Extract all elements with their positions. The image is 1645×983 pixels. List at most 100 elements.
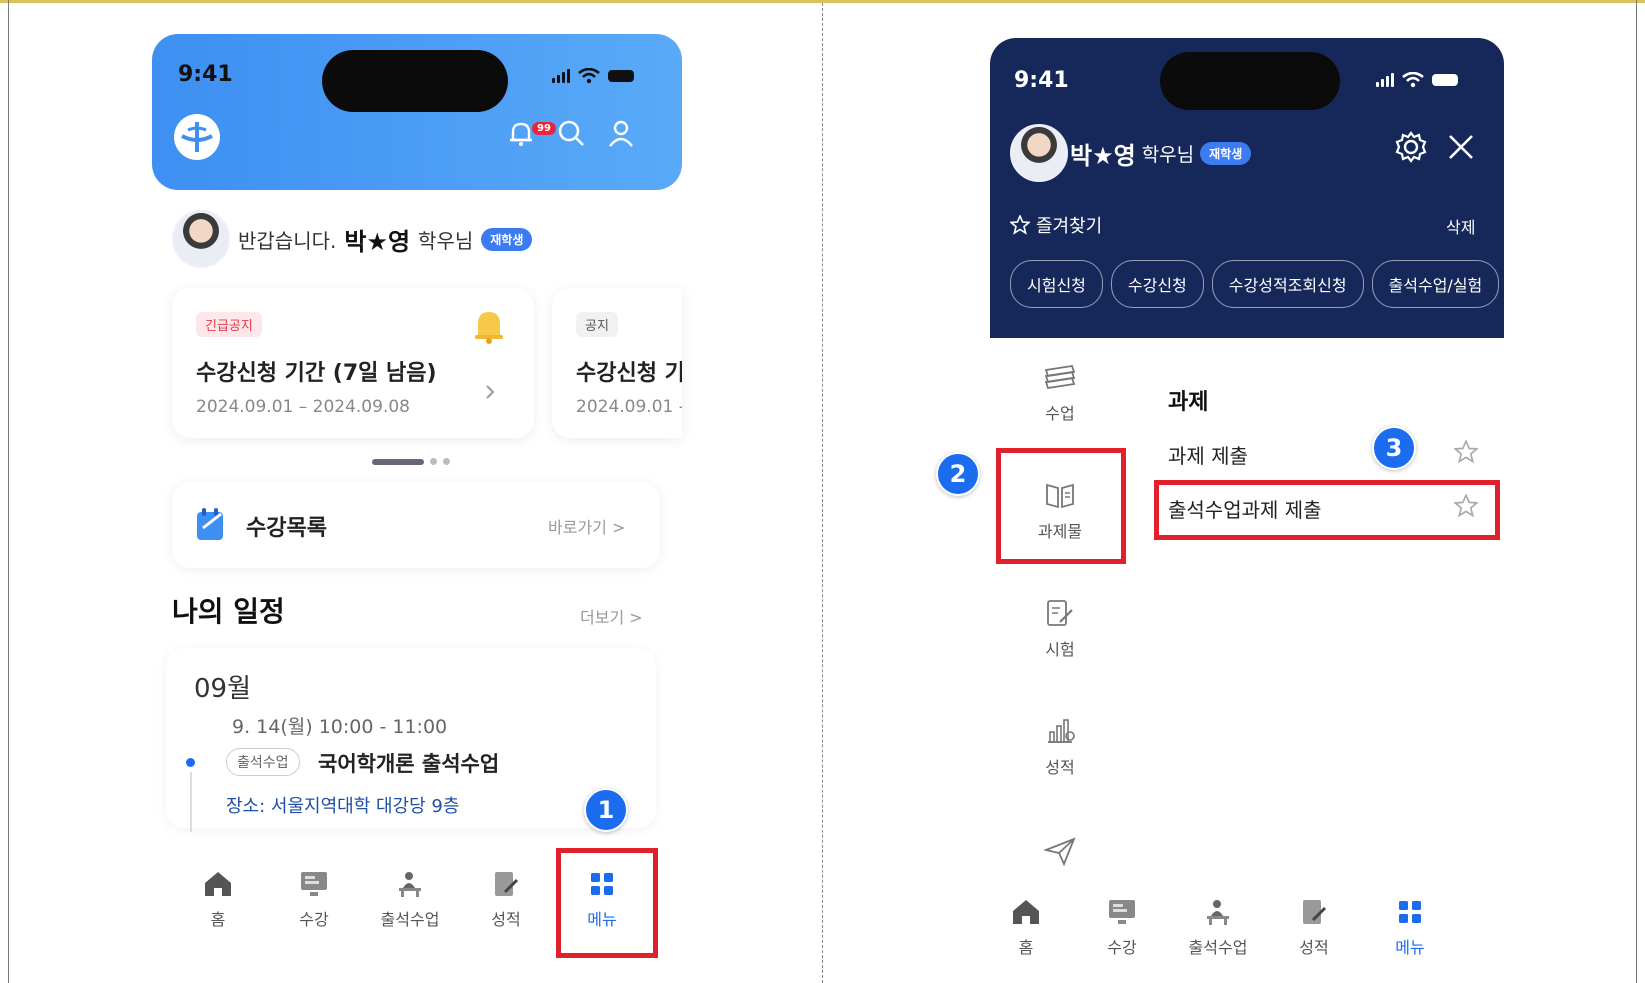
schedule-place: 장소: 서울지역대학 대강당 9층 xyxy=(226,796,460,817)
schedule-more-link[interactable]: 더보기 > xyxy=(580,604,643,628)
schedule-card[interactable]: 09월 9. 14(월) 10:00 - 11:00 출석수업 국어학개론 출석… xyxy=(166,648,656,832)
tab-home[interactable]: 홈 xyxy=(978,898,1074,958)
avatar xyxy=(172,210,230,268)
search-icon[interactable] xyxy=(556,118,586,148)
notice-title: 수강신청 기 xyxy=(576,361,682,386)
highlight-box-attendance-assignment xyxy=(1154,480,1500,540)
side-menu-exam[interactable]: 시험 xyxy=(1005,598,1115,660)
side-menu-grades[interactable]: 성적 xyxy=(1005,716,1115,778)
signal-icon xyxy=(1376,73,1394,87)
greeting-row: 반갑습니다. 박★영 학우님 재학생 xyxy=(172,210,533,268)
gear-icon[interactable] xyxy=(1394,130,1428,164)
greeting-suffix: 학우님 xyxy=(418,228,474,253)
notepad-icon xyxy=(197,508,223,540)
tab-attendance[interactable]: 출석수업 xyxy=(362,870,458,930)
tab-label: 수강 xyxy=(299,910,329,929)
course-list-card[interactable]: 수강목록 바로가기 > xyxy=(172,482,660,568)
grid-icon xyxy=(1394,898,1426,926)
step-marker: 1 xyxy=(584,788,628,832)
dynamic-island xyxy=(322,50,508,112)
dynamic-island xyxy=(1160,52,1340,110)
home-icon xyxy=(1010,898,1042,926)
tab-grades[interactable]: 성적 xyxy=(1266,898,1362,958)
delete-button[interactable]: 삭제 xyxy=(1446,214,1475,238)
app-logo[interactable] xyxy=(174,114,220,160)
notice-card[interactable]: 긴급공지 수강신청 기간 (7일 남음) 2024.09.01 – 2024.0… xyxy=(172,288,534,438)
favorite-chip[interactable]: 출석수업/실험 xyxy=(1371,260,1500,308)
avatar xyxy=(1010,124,1068,182)
side-menu-class[interactable]: 수업 xyxy=(1005,362,1115,424)
bottom-tab-bar: 홈 수강 출석수업 성적 메뉴 xyxy=(978,898,1458,958)
star-icon xyxy=(1010,215,1030,235)
carousel-dot xyxy=(443,458,450,465)
favorite-chip[interactable]: 수강성적조회신청 xyxy=(1211,260,1364,308)
tab-home[interactable]: 홈 xyxy=(170,870,266,930)
favorite-chip[interactable]: 시험신청 xyxy=(1010,260,1103,308)
screenshot-frame: 9:41 99 반갑습니다. 박★영 학우님 재학생 긴급공지 수강신청 기간 … xyxy=(0,0,1645,983)
user-name-row: 박★영 학우님 재학생 xyxy=(1070,136,1252,171)
highlight-box-menu xyxy=(556,848,658,958)
edit-doc-icon xyxy=(490,870,522,898)
notice-title: 수강신청 기간 (7일 남음) xyxy=(196,361,437,386)
monitor-icon xyxy=(298,870,330,898)
tab-label: 메뉴 xyxy=(1395,938,1425,957)
carousel-dots xyxy=(372,458,450,465)
tab-grades[interactable]: 성적 xyxy=(458,870,554,930)
favorites-row: 즐겨찾기 xyxy=(1010,212,1102,238)
star-icon[interactable] xyxy=(1454,440,1478,464)
desk-icon xyxy=(394,870,426,898)
favorites-label: 즐겨찾기 xyxy=(1036,216,1103,237)
status-icons xyxy=(552,68,634,84)
menu-item-assignment-submit[interactable]: 과제 제출 xyxy=(1168,440,1248,469)
battery-icon xyxy=(608,70,634,82)
schedule-time: 9. 14(월) 10:00 - 11:00 xyxy=(232,716,448,738)
schedule-title: 나의 일정 xyxy=(172,595,285,628)
status-time: 9:41 xyxy=(178,62,233,87)
battery-icon xyxy=(1432,74,1458,86)
close-icon[interactable] xyxy=(1446,132,1476,162)
bell-icon[interactable] xyxy=(506,118,536,148)
status-time: 9:41 xyxy=(1014,68,1069,93)
urgent-notice-tag: 긴급공지 xyxy=(196,312,262,337)
course-list-title: 수강목록 xyxy=(246,516,327,541)
user-suffix: 학우님 xyxy=(1141,144,1195,166)
tab-label: 홈 xyxy=(210,910,226,929)
course-list-link[interactable]: 바로가기 > xyxy=(548,514,625,538)
tab-course[interactable]: 수강 xyxy=(266,870,362,930)
status-icons xyxy=(1376,72,1458,88)
menu-item-label: 과제 제출 xyxy=(1168,444,1248,468)
favorite-chip[interactable]: 수강신청 xyxy=(1110,260,1204,308)
notice-card[interactable]: 공지 수강신청 기 2024.09.01 - xyxy=(552,288,682,438)
schedule-dot xyxy=(186,758,195,767)
tab-course[interactable]: 수강 xyxy=(1074,898,1170,958)
signal-icon xyxy=(552,69,570,83)
user-icon[interactable] xyxy=(606,118,636,148)
notice-date: 2024.09.01 – 2024.09.08 xyxy=(196,397,410,417)
side-menu-send[interactable] xyxy=(1005,836,1115,866)
carousel-dot xyxy=(430,458,437,465)
section-title: 과제 xyxy=(1168,390,1209,415)
chevron-right-icon xyxy=(486,385,495,399)
user-name: 박★영 xyxy=(1070,142,1136,170)
schedule-tag: 출석수업 xyxy=(226,748,300,776)
tab-label: 성적 xyxy=(1299,938,1329,957)
tab-label: 출석수업 xyxy=(1188,938,1248,957)
header-actions xyxy=(506,118,636,148)
left-rule xyxy=(8,0,9,983)
app-header: 9:41 xyxy=(152,34,682,190)
right-rule xyxy=(1636,0,1637,983)
chart-icon xyxy=(1048,719,1075,743)
tab-label: 홈 xyxy=(1018,938,1034,957)
tab-label: 수강 xyxy=(1107,938,1137,957)
side-menu-label: 시험 xyxy=(1045,640,1075,659)
carousel-dot-active xyxy=(372,458,424,465)
panel-divider xyxy=(822,3,823,983)
desk-icon xyxy=(1202,898,1234,926)
tab-attendance[interactable]: 출석수업 xyxy=(1170,898,1266,958)
highlight-box-assignment xyxy=(996,448,1126,564)
tab-menu[interactable]: 메뉴 xyxy=(1362,898,1458,958)
exam-icon xyxy=(1047,600,1073,626)
books-icon xyxy=(1044,364,1076,390)
send-icon xyxy=(1044,837,1076,866)
monitor-icon xyxy=(1106,898,1138,926)
